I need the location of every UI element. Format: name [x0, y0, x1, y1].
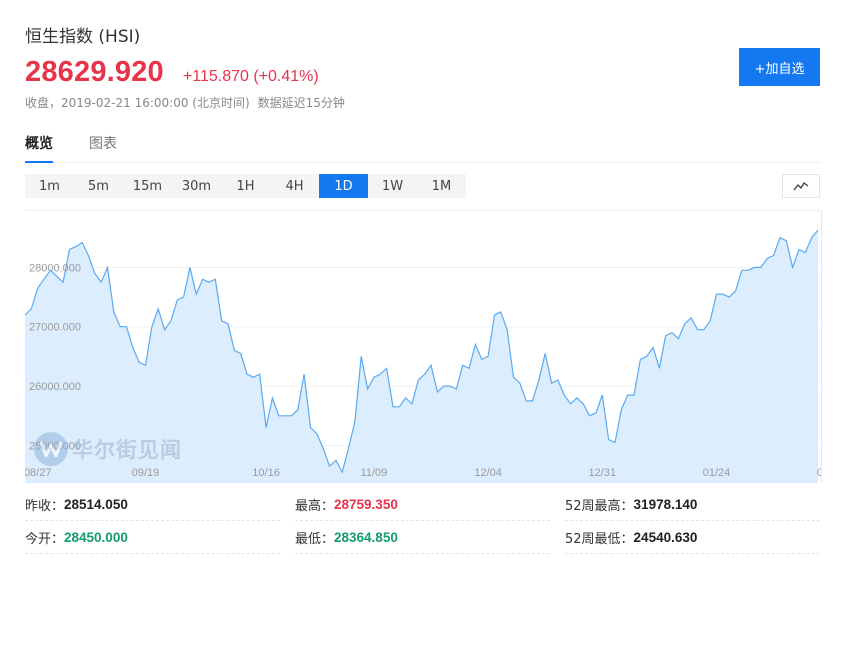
y-tick-label: 28000.000	[29, 262, 81, 274]
stat-label: 昨收：	[25, 498, 65, 514]
price-change: +115.870 (+0.41%)	[182, 68, 319, 85]
stat-label: 最低：	[295, 531, 335, 547]
stat-value: 24540.630	[633, 529, 698, 545]
period-selector: 1m 5m 15m 30m 1H 4H 1D 1W 1M	[25, 174, 466, 198]
stat-value: 31978.140	[633, 496, 698, 512]
stat-high: 最高： 28759.350	[295, 488, 550, 521]
last-price: 28629.920	[25, 56, 164, 88]
x-tick-label: 08/27	[25, 467, 51, 479]
stat-52w-high: 52周最高： 31978.140	[565, 488, 820, 521]
watermark: 华尔街见闻	[34, 432, 182, 466]
stat-low: 最低： 28364.850	[295, 521, 550, 554]
market-status: 收盘，2019-02-21 16:00:00 (北京时间) 数据延迟15分钟	[25, 94, 353, 111]
y-tick-label: 27000.000	[29, 322, 81, 334]
period-1w[interactable]: 1W	[368, 174, 417, 198]
period-5m[interactable]: 5m	[74, 174, 123, 198]
x-tick-label: 09/19	[132, 467, 160, 479]
add-to-watchlist-button[interactable]: +加自选	[739, 48, 820, 86]
stat-label: 52周最低：	[565, 531, 634, 547]
watermark-text: 华尔街见闻	[72, 437, 182, 462]
stat-value: 28759.350	[334, 496, 398, 512]
stat-label: 52周最高：	[565, 498, 634, 514]
period-30m[interactable]: 30m	[172, 174, 221, 198]
stat-value: 28514.050	[64, 496, 128, 512]
period-1m[interactable]: 1m	[25, 174, 74, 198]
period-4h[interactable]: 4H	[270, 174, 319, 198]
status-time: 2019-02-21 16:00:00 (北京时间)	[61, 96, 250, 110]
status-label: 收盘，	[25, 96, 62, 110]
stat-prev-close: 昨收： 28514.050	[25, 488, 280, 521]
x-tick-label: 02/21	[817, 467, 822, 479]
y-tick-label: 26000.000	[29, 381, 81, 393]
x-tick-label: 12/04	[474, 467, 502, 479]
stat-label: 最高：	[295, 498, 335, 514]
stat-52w-low: 52周最低： 24540.630	[565, 521, 820, 554]
x-tick-label: 01/24	[703, 467, 731, 479]
period-1h[interactable]: 1H	[221, 174, 270, 198]
tab-overview[interactable]: 概览	[25, 128, 53, 163]
x-tick-label: 10/16	[252, 467, 280, 479]
x-tick-label: 11/09	[361, 467, 388, 479]
stat-value: 28364.850	[334, 529, 398, 545]
watermark-logo-icon	[34, 432, 68, 466]
tab-bar: 概览 图表	[25, 128, 821, 163]
stat-open: 今开： 28450.000	[25, 521, 280, 554]
period-15m[interactable]: 15m	[123, 174, 172, 198]
period-1mo[interactable]: 1M	[417, 174, 466, 198]
tab-chart[interactable]: 图表	[89, 128, 117, 163]
period-1d[interactable]: 1D	[319, 174, 368, 198]
stat-label: 今开：	[25, 531, 65, 547]
chart-type-button[interactable]	[782, 174, 820, 198]
x-tick-label: 12/31	[589, 467, 617, 479]
page-title: 恒生指数 (HSI)	[25, 27, 141, 47]
status-note: 数据延迟15分钟	[257, 96, 345, 110]
line-chart-icon	[793, 181, 809, 191]
price-row: 28629.920 +115.870 (+0.41%)	[25, 56, 319, 89]
stat-value: 28450.000	[64, 529, 128, 545]
